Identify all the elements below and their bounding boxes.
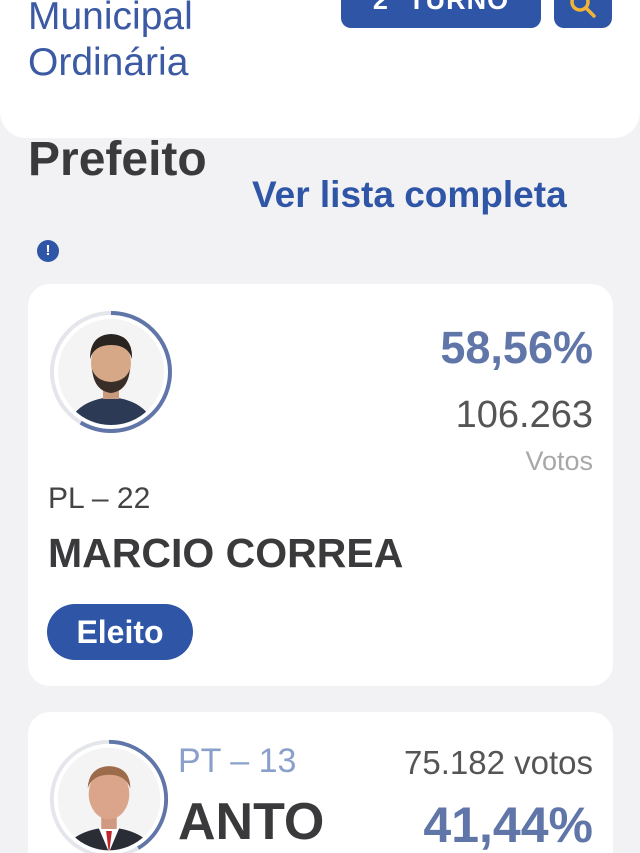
vote-percentage: 41,44% [423,797,593,853]
candidate-avatar [50,311,172,433]
vote-count: 106.263 [455,394,593,436]
candidate-name: ANTO [178,793,325,851]
party-number: PL – 22 [48,482,151,515]
turno-button[interactable]: 2º TURNO [341,0,541,28]
candidate-name: MARCIO CORREA [48,530,404,576]
election-type-line2: Ordinária [28,41,189,84]
candidate-card[interactable]: 58,56% 106.263 Votos PL – 22 MARCIO CORR… [28,284,613,686]
vote-count: 75.182 votos [404,744,593,781]
election-type: Municipal Ordinária [28,0,193,86]
election-header-card: Municipal Ordinária [0,0,640,138]
turno-label: 2º TURNO [372,0,510,15]
section-title: Prefeito [28,133,207,186]
candidate-avatar [49,739,169,853]
party-number: PT – 13 [178,742,297,780]
election-type-line1: Municipal [28,0,193,38]
vote-percentage: 58,56% [440,322,593,373]
search-button[interactable] [554,0,612,28]
info-icon[interactable]: ! [37,240,59,262]
full-list-link[interactable]: Ver lista completa [252,174,567,216]
candidate-card[interactable]: PT – 13 75.182 votos ANTO 41,44% [28,712,613,853]
search-icon [570,0,596,18]
vote-count-label: Votos [525,446,593,476]
elected-badge: Eleito [47,604,193,660]
